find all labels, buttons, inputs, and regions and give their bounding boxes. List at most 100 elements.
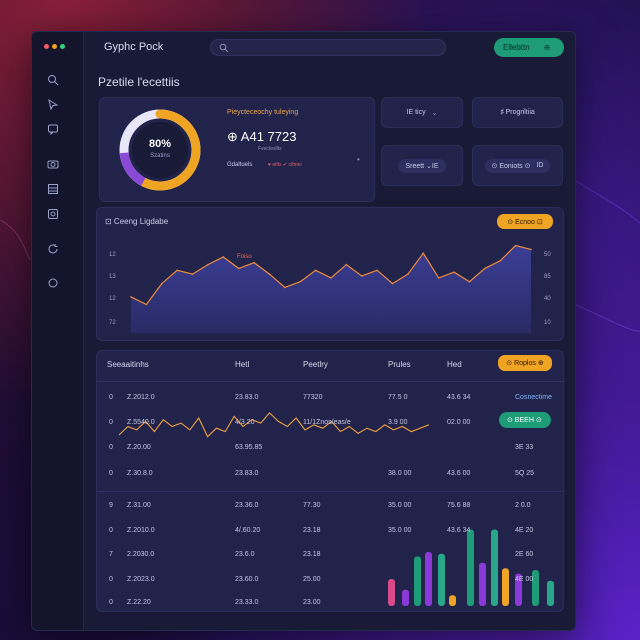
- data-point: [191, 273, 194, 275]
- refresh-icon[interactable]: [47, 243, 59, 255]
- data-point: [468, 280, 471, 283]
- camera-icon[interactable]: [47, 158, 59, 170]
- table-cell: 0: [109, 576, 113, 583]
- chat-icon[interactable]: [47, 123, 59, 135]
- table-cell: 35.0 00: [388, 527, 412, 534]
- table-cell: 43.6 34: [447, 527, 471, 534]
- data-table-card: Seeaaitinhs Hetl Peetlry Prules Hed ⊙ Ro…: [96, 350, 565, 612]
- summary-legend-items: ♥ etlts ✔ clttnei: [268, 162, 302, 168]
- progress-ring: 80% Szatins: [114, 104, 206, 196]
- page-title: Pzetile l'ecettiis: [98, 75, 180, 89]
- row-action-button[interactable]: ⊙ BEEH ⊙: [499, 412, 551, 428]
- bar: [402, 589, 409, 606]
- table-cell: 5Q 25: [515, 470, 535, 477]
- circle-icon[interactable]: [47, 277, 59, 289]
- search-icon: [219, 43, 229, 53]
- table-cell: Z.20.00: [127, 444, 151, 451]
- search-icon[interactable]: [47, 74, 59, 86]
- summary-card: 80% Szatins Pieycteceochy tuleying ⊕ A41…: [99, 97, 375, 202]
- column-header[interactable]: Hetl: [235, 360, 249, 369]
- grid-icon[interactable]: [47, 183, 59, 195]
- table-cell: 23.83.0: [235, 394, 259, 401]
- table-divider: [97, 491, 565, 492]
- mini-card-2[interactable]: ♯ Progriltiia: [472, 97, 563, 128]
- table-cell: Z.2012.0: [127, 394, 155, 401]
- column-header[interactable]: Hed: [447, 360, 462, 369]
- top-bar: Gyphc Pock Ellebttn ⊕: [84, 32, 575, 62]
- ring-chart: [119, 109, 201, 191]
- table-filter-label: ⊙ Roplos ⊕: [506, 360, 544, 367]
- data-point: [499, 260, 502, 262]
- mini-card-3[interactable]: Sreett ⌄IE: [381, 145, 463, 186]
- data-point: [314, 269, 317, 272]
- primary-action-label: Ellebttn: [503, 43, 530, 52]
- data-point: [330, 277, 332, 279]
- row-link[interactable]: Cosnectime: [515, 394, 552, 401]
- data-point: [376, 269, 378, 272]
- app-title: Gyphc Pock: [104, 41, 164, 53]
- data-point: [360, 275, 363, 277]
- table-filter-button[interactable]: ⊙ Roplos ⊕: [498, 355, 552, 371]
- maximize-dot[interactable]: [60, 44, 65, 49]
- table-cell: 35.0 00: [388, 502, 412, 509]
- cursor-icon[interactable]: [47, 98, 59, 110]
- chart-filter-button[interactable]: ⊙ Ecnoo ⊡: [497, 214, 553, 229]
- table-cell: 7: [109, 551, 113, 558]
- data-point: [530, 248, 532, 251]
- summary-legend-mark: •: [357, 155, 360, 164]
- trend-chart-card: ⊡ Ceeng Ligdabe ⊙ Ecnoo ⊡ 12 13 12 72 50…: [96, 207, 564, 341]
- sidebar: [32, 32, 84, 630]
- data-point: [437, 277, 440, 279]
- data-point: [145, 303, 148, 306]
- chart-filter-label: ⊙ Ecnoo ⊡: [507, 218, 543, 226]
- bar: [449, 595, 456, 606]
- table-cell: 63.95.85: [235, 444, 263, 451]
- mini-card-2-label: ♯ Progriltiia: [500, 109, 535, 116]
- table-cell: 3E 33: [515, 444, 534, 451]
- summary-heading: Pieycteceochy tuleying: [227, 109, 299, 116]
- data-point: [237, 267, 240, 270]
- chevron-down-icon: ⌄: [431, 109, 438, 117]
- table-cell: Z.5540.0: [127, 419, 155, 426]
- close-dot[interactable]: [44, 44, 49, 49]
- table-cell: Z.31.00: [127, 502, 151, 509]
- primary-action-button[interactable]: Ellebttn ⊕: [494, 38, 564, 57]
- data-point: [514, 244, 517, 247]
- table-cell: 77.30: [303, 502, 321, 509]
- data-point: [284, 286, 286, 289]
- table-cell: 2.2030.0: [127, 551, 155, 558]
- column-header[interactable]: Peetlry: [303, 360, 328, 369]
- data-point: [160, 282, 163, 285]
- app-window: Gyphc Pock Ellebttn ⊕ Pzetile l'ecettiis…: [31, 31, 576, 631]
- column-header[interactable]: Seeaaitinhs: [107, 360, 149, 369]
- mini-card-3-pill: Sreett ⌄IE: [398, 158, 446, 173]
- sparkline-path: [119, 412, 429, 438]
- bar: [491, 529, 498, 606]
- table-cell: 43.6 00: [447, 470, 471, 477]
- mini-card-4-label: ⊙ Eoniots ⊙: [491, 162, 531, 170]
- area-chart: [130, 244, 532, 333]
- y-tick-left: 72: [109, 320, 116, 326]
- summary-value: ⊕ A41 7723: [227, 129, 297, 144]
- data-point: [407, 273, 409, 275]
- mini-card-4-pill: ⊙ Eoniots ⊙ ID: [484, 158, 551, 173]
- table-cell: 77320: [303, 394, 323, 401]
- column-header[interactable]: Prules: [388, 360, 411, 369]
- table-cell: 75.6 88: [447, 502, 471, 509]
- minimize-dot[interactable]: [52, 44, 57, 49]
- table-cell: 4/3 20: [235, 419, 255, 426]
- image-icon[interactable]: [47, 208, 59, 220]
- bar: [467, 529, 474, 606]
- table-cell: Z.2010.0: [127, 527, 155, 534]
- mini-card-1[interactable]: IE ticy ⌄: [381, 97, 463, 128]
- data-point: [345, 263, 348, 266]
- row-sparkline: [119, 412, 429, 438]
- table-cell: Z.2023.0: [127, 576, 155, 583]
- table-cell: 23.6.0: [235, 551, 255, 558]
- search-input[interactable]: [210, 39, 446, 56]
- table-cell: 3.9 00: [388, 419, 408, 426]
- table-cell: 23.33.0: [235, 599, 259, 606]
- data-point: [253, 261, 255, 264]
- data-point: [484, 267, 486, 270]
- mini-card-4[interactable]: ⊙ Eoniots ⊙ ID: [472, 145, 563, 186]
